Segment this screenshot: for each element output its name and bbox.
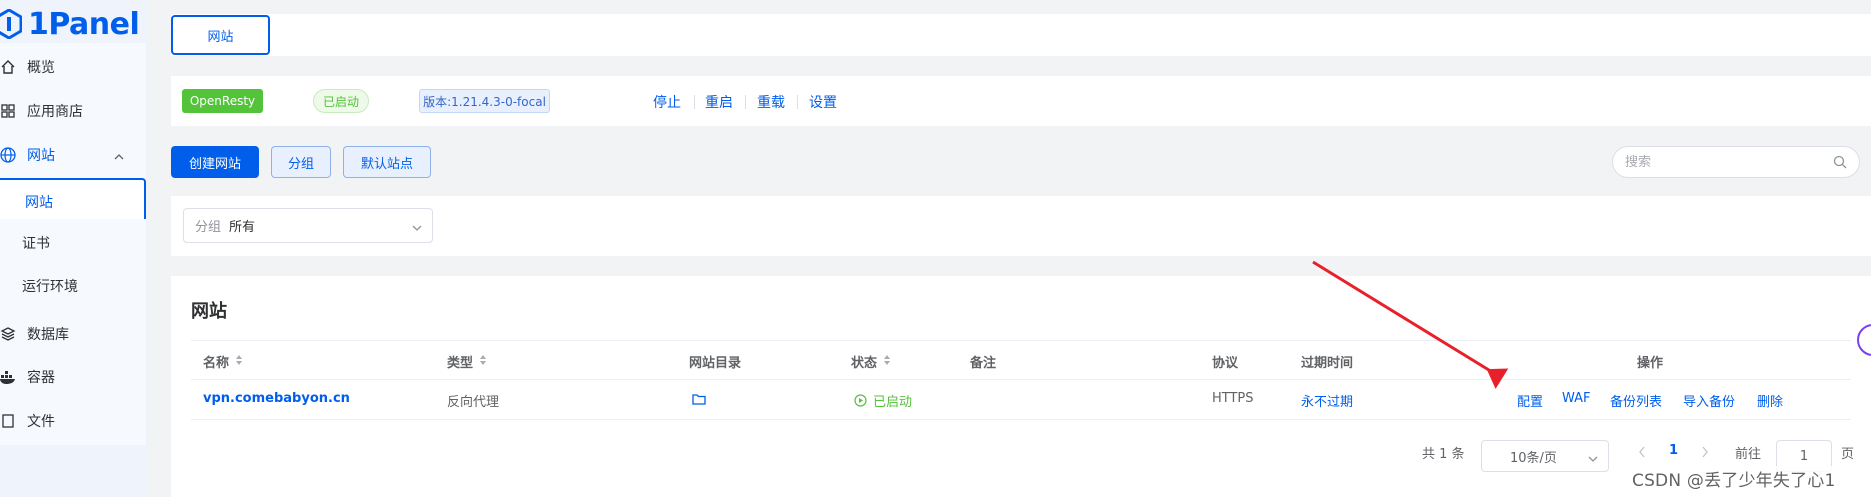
sidebar-item-website[interactable]: 网站 [0, 131, 146, 179]
page-size-select[interactable]: 10条/页 [1481, 440, 1609, 472]
logo-text: 1Panel [28, 6, 140, 42]
sidebar-item-label: 证书 [22, 236, 50, 252]
status-label: 已启动 [873, 395, 913, 410]
search-box [1612, 146, 1860, 178]
column-header-remark: 备注 [970, 356, 997, 371]
layers-icon [0, 324, 18, 344]
column-header-protocol: 协议 [1212, 356, 1239, 371]
sidebar-item-files[interactable]: 文件 [0, 397, 146, 445]
page-number-current[interactable]: 1 [1669, 443, 1678, 458]
sort-icon[interactable] [479, 354, 487, 370]
sidebar-item-overview[interactable]: 概览 [0, 43, 146, 91]
grid-icon [0, 101, 18, 121]
sidebar-item-label: 应用商店 [27, 104, 83, 120]
panel-logo-icon [0, 9, 22, 39]
tab-website[interactable]: 网站 [171, 15, 270, 55]
website-name-link[interactable]: vpn.comebabyon.cn [203, 391, 350, 406]
divider [745, 95, 746, 109]
group-filter-select[interactable]: 分组 所有 [183, 208, 433, 243]
table-row: vpn.comebabyon.cn 反向代理 已启动 HTTPS 永不过期 配置… [191, 380, 1851, 420]
website-type: 反向代理 [447, 395, 500, 410]
column-header-directory: 网站目录 [689, 356, 742, 371]
chevron-down-icon [1588, 452, 1598, 467]
delete-button[interactable]: 删除 [1757, 391, 1783, 410]
divider [797, 95, 798, 109]
search-input[interactable] [1625, 154, 1825, 170]
page-suffix: 页 [1841, 447, 1855, 462]
sidebar-item-container[interactable]: 容器 [0, 353, 146, 401]
column-header-expire: 过期时间 [1301, 356, 1354, 371]
file-icon [0, 411, 18, 431]
column-header-status[interactable]: 状态 [851, 352, 891, 371]
header-label: 名称 [203, 356, 230, 371]
default-site-button[interactable]: 默认站点 [343, 146, 431, 178]
column-header-name[interactable]: 名称 [203, 352, 243, 371]
website-expire[interactable]: 永不过期 [1301, 391, 1353, 410]
pagination-total: 共 1 条 [1422, 447, 1465, 462]
group-button[interactable]: 分组 [271, 146, 331, 178]
restart-button[interactable]: 重启 [705, 92, 733, 112]
import-backup-button[interactable]: 导入备份 [1683, 391, 1735, 410]
column-header-actions: 操作 [1637, 356, 1664, 371]
waf-button[interactable]: WAF [1562, 391, 1591, 406]
sidebar-item-database[interactable]: 数据库 [0, 310, 146, 358]
sort-icon[interactable] [883, 354, 891, 370]
sidebar-item-label: 概览 [27, 60, 55, 76]
sidebar: 1Panel 概览 应用商店 网站 网站 证书 运行环境 数据库 容器 文件 [0, 0, 148, 497]
play-circle-icon [854, 394, 867, 407]
website-status[interactable]: 已启动 [854, 391, 912, 410]
group-filter-label: 分组 [195, 220, 222, 235]
sidebar-item-label: 网站 [27, 148, 55, 164]
website-protocol: HTTPS [1212, 391, 1254, 406]
sidebar-item-label: 网站 [25, 195, 53, 211]
chevron-down-icon [412, 221, 422, 236]
page-size-value: 10条/页 [1510, 450, 1557, 466]
sort-icon[interactable] [235, 354, 243, 370]
sidebar-item-label: 数据库 [27, 327, 69, 343]
openresty-version-tag: 版本:1.21.4.3-0-focal [419, 89, 550, 113]
goto-label: 前往 [1735, 447, 1762, 462]
sidebar-item-label: 运行环境 [22, 279, 78, 295]
chevron-up-icon [114, 149, 124, 165]
search-icon[interactable] [1833, 155, 1847, 173]
logo[interactable]: 1Panel [0, 4, 140, 44]
openresty-status-badge: 已启动 [313, 89, 369, 113]
reload-button[interactable]: 重载 [757, 92, 785, 112]
stop-button[interactable]: 停止 [653, 92, 681, 112]
sidebar-item-label: 文件 [27, 414, 55, 430]
tab-bar [171, 14, 1871, 56]
column-header-type[interactable]: 类型 [447, 352, 487, 371]
watermark: CSDN @丢了少年失了心1 [1632, 466, 1836, 491]
sidebar-item-app-store[interactable]: 应用商店 [0, 87, 146, 135]
openresty-app-tag: OpenResty [182, 89, 263, 113]
header-label: 类型 [447, 356, 474, 371]
divider [694, 95, 695, 109]
table-header: 名称 类型 网站目录 状态 备注 协议 过期时间 操作 [191, 340, 1851, 380]
prev-page-icon[interactable] [1638, 446, 1646, 458]
sidebar-item-label: 容器 [27, 370, 55, 386]
group-filter-value: 所有 [229, 220, 256, 235]
next-page-icon[interactable] [1701, 446, 1709, 458]
settings-button[interactable]: 设置 [809, 92, 837, 112]
home-icon [0, 57, 18, 77]
create-website-button[interactable]: 创建网站 [171, 146, 259, 178]
docker-icon [0, 367, 18, 387]
sidebar-subitem-runtime[interactable]: 运行环境 [0, 262, 146, 310]
globe-icon [0, 145, 18, 165]
backup-list-button[interactable]: 备份列表 [1610, 391, 1662, 410]
header-label: 状态 [851, 356, 878, 371]
sidebar-subitem-certificate[interactable]: 证书 [0, 219, 146, 267]
config-button[interactable]: 配置 [1517, 391, 1543, 410]
section-title: 网站 [191, 301, 227, 322]
folder-icon[interactable] [692, 393, 706, 405]
